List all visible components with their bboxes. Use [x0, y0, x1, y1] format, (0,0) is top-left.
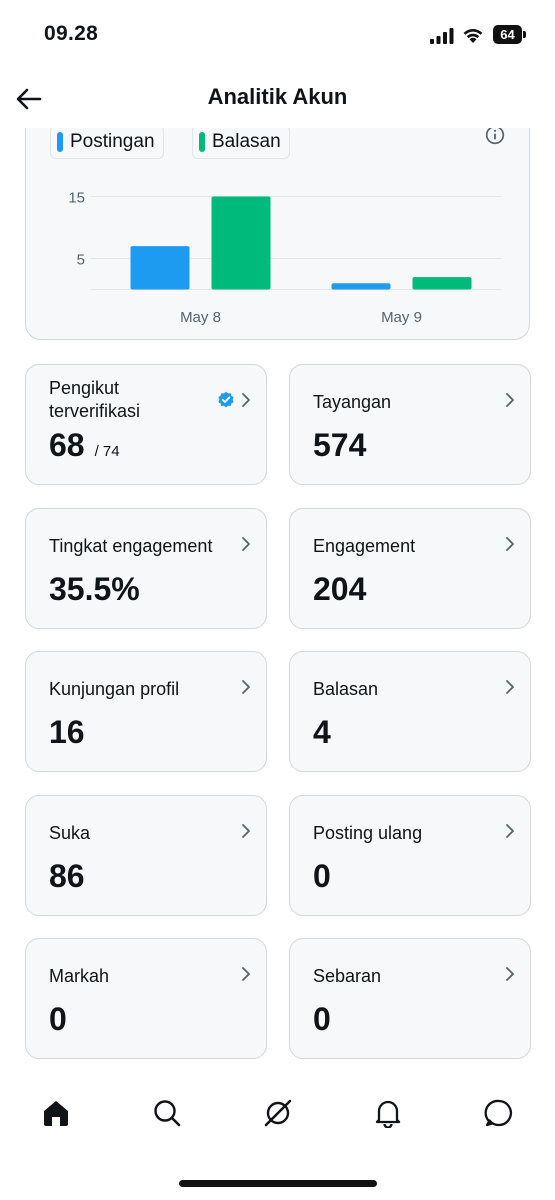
home-indicator [179, 1180, 377, 1187]
stat-card-engagement-rate[interactable]: Tingkat engagement 35.5% [25, 508, 267, 629]
stat-label: Posting ulang [313, 823, 423, 843]
stat-label: Pengikut terverifikasi [49, 378, 141, 421]
stat-value: 16 [49, 714, 85, 750]
bottom-nav [0, 1085, 555, 1155]
chevron-right-icon [506, 824, 514, 838]
battery-level: 64 [500, 27, 515, 42]
chevron-right-icon [242, 680, 250, 694]
stat-card-replies[interactable]: Balasan 4 [289, 651, 531, 772]
home-icon [44, 1101, 68, 1126]
signal-icon [430, 28, 454, 44]
stat-card-likes[interactable]: Suka 86 [25, 795, 267, 916]
stat-label: Suka [49, 823, 91, 843]
legend-label: Balasan [212, 131, 281, 152]
bell-icon [375, 1100, 401, 1128]
stat-value: 68 / 74 [49, 427, 120, 464]
stat-value: 0 [313, 1001, 331, 1037]
stat-label: Markah [49, 966, 110, 986]
stat-card-impressions[interactable]: Tayangan 574 [289, 364, 531, 485]
stat-label: Sebaran [313, 966, 382, 986]
x-tick-label: May 9 [381, 309, 422, 326]
nav-notifications[interactable] [360, 1085, 416, 1141]
top-header: Analitik Akun [0, 70, 555, 128]
battery-indicator: 64 [493, 25, 526, 44]
stat-label: Tingkat engagement [49, 536, 213, 556]
wifi-icon [463, 29, 483, 43]
bar-postingan-0 [130, 246, 190, 290]
info-icon[interactable] [485, 125, 505, 145]
bar-postingan-1 [331, 283, 391, 290]
nav-messages[interactable] [471, 1085, 527, 1141]
stat-label: Balasan [313, 679, 379, 699]
page-title: Analitik Akun [207, 84, 348, 109]
chevron-right-icon [242, 967, 250, 981]
verified-badge-icon [218, 391, 234, 408]
stat-label: Tayangan [313, 392, 392, 412]
nav-home[interactable] [28, 1085, 84, 1141]
stat-value: 204 [313, 571, 367, 607]
nav-search[interactable] [139, 1085, 195, 1141]
nav-grok[interactable] [250, 1085, 306, 1141]
stat-value: 0 [49, 1001, 67, 1037]
grok-icon [264, 1099, 292, 1127]
stat-card-verified-followers[interactable]: Pengikut terverifikasi 68 / 74 [25, 364, 267, 485]
bar-balasan-0 [211, 196, 271, 290]
chevron-right-icon [506, 680, 514, 694]
stat-card-shares[interactable]: Sebaran 0 [289, 938, 531, 1059]
status-time: 09.28 [44, 22, 99, 45]
status-bar: 09.28 64 [0, 0, 555, 70]
legend-swatch-balasan [199, 132, 205, 152]
stat-value: 0 [313, 858, 331, 894]
stat-value: 4 [313, 714, 331, 750]
legend-balasan[interactable]: Balasan [192, 125, 290, 159]
chevron-right-icon [242, 824, 250, 838]
stat-label: Kunjungan profil [49, 679, 180, 699]
stat-value-total: / 74 [94, 443, 120, 460]
stat-value: 574 [313, 427, 367, 463]
y-tick-label: 15 [68, 190, 85, 207]
chevron-right-icon [506, 537, 514, 551]
stat-value: 86 [49, 858, 85, 894]
message-icon [484, 1099, 512, 1127]
bar-balasan-1 [412, 277, 472, 290]
stat-card-bookmarks[interactable]: Markah 0 [25, 938, 267, 1059]
legend-label: Postingan [70, 131, 155, 152]
x-tick-label: May 8 [180, 309, 221, 326]
legend-swatch-postingan [57, 132, 63, 152]
stat-card-profile-visits[interactable]: Kunjungan profil 16 [25, 651, 267, 772]
legend-postingan[interactable]: Postingan [50, 125, 164, 159]
search-icon [154, 1100, 181, 1127]
stat-label: Engagement [313, 536, 416, 556]
chevron-right-icon [242, 537, 250, 551]
stat-value: 35.5% [49, 571, 140, 607]
chevron-right-icon [242, 393, 250, 407]
chevron-right-icon [506, 393, 514, 407]
chevron-right-icon [506, 967, 514, 981]
stat-value-number: 68 [49, 427, 85, 463]
stat-card-reposts[interactable]: Posting ulang 0 [289, 795, 531, 916]
y-tick-label: 5 [77, 252, 85, 269]
stat-card-engagement[interactable]: Engagement 204 [289, 508, 531, 629]
